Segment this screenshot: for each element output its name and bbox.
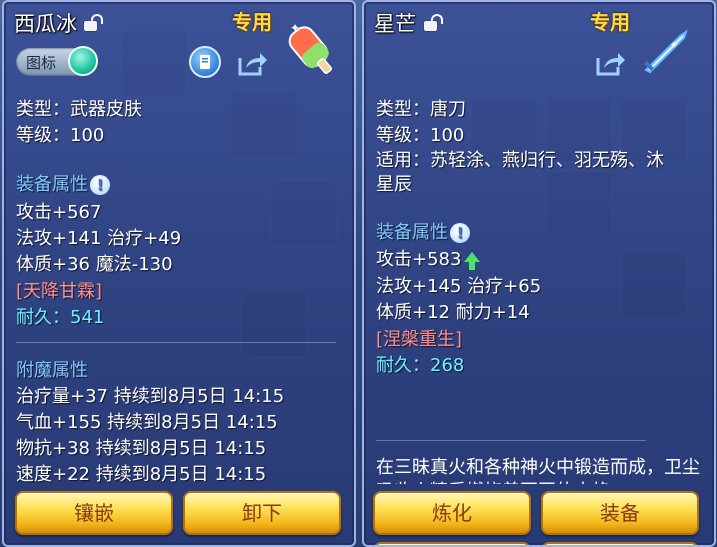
special-effect: [天降甘霖] bbox=[16, 281, 103, 302]
applicable-roles: 适用：苏轻涂、燕归行、羽无殇、沐 bbox=[376, 150, 664, 171]
special-effect: [涅槃重生] bbox=[376, 329, 463, 350]
popsicle-skin-icon: ✦ bbox=[276, 18, 346, 82]
divider bbox=[16, 342, 336, 343]
item-type: 类型：唐刀 bbox=[376, 99, 466, 120]
equip-attrs-heading: 装备属性! bbox=[16, 170, 110, 196]
durability-value: 268 bbox=[430, 355, 465, 376]
svg-text:✦: ✦ bbox=[290, 21, 300, 35]
lock-open-icon[interactable] bbox=[84, 14, 103, 31]
item-level: 等级：100 bbox=[16, 125, 105, 146]
section-label: 装备属性 bbox=[16, 174, 88, 195]
item-title: 星芒 bbox=[374, 12, 416, 36]
svg-text:✦: ✦ bbox=[670, 40, 678, 51]
attr-line: 法攻+145 治疗+65 bbox=[376, 276, 542, 297]
divider bbox=[376, 440, 646, 441]
up-arrow-icon bbox=[464, 252, 481, 270]
enchant-line: 速度+22 持续到8月5日 14:15 bbox=[16, 464, 267, 485]
share-icon[interactable] bbox=[236, 48, 268, 80]
attr-line: 攻击+583 bbox=[376, 245, 481, 271]
durability-label: 耐久： bbox=[376, 355, 430, 376]
toggle-label: 图标 bbox=[26, 54, 57, 72]
exclusive-label: 专用 bbox=[590, 10, 630, 34]
item-title: 西瓜冰 bbox=[14, 12, 77, 36]
item-tooltip-left: 西瓜冰 专用 图标 ✦ 类型：武器皮肤 等级：100 装备属性! 攻击+567 … bbox=[2, 0, 356, 547]
exclusive-label: 专用 bbox=[232, 10, 272, 34]
attr-line: 体质+12 耐力+14 bbox=[376, 302, 530, 323]
attr-line: 法攻+141 治疗+49 bbox=[16, 228, 182, 249]
durability: 耐久：541 bbox=[16, 303, 104, 329]
enchant-line: 治疗量+37 持续到8月5日 14:15 bbox=[16, 386, 285, 407]
section-label: 装备属性 bbox=[376, 222, 448, 243]
lock-open-icon[interactable] bbox=[424, 14, 443, 31]
unequip-button[interactable]: 卸下 bbox=[183, 491, 341, 535]
blade-icon: ✦ bbox=[640, 28, 692, 76]
item-level: 等级：100 bbox=[376, 125, 465, 146]
applicable-roles-cont: 星辰 bbox=[376, 174, 412, 195]
extra-button[interactable] bbox=[541, 542, 699, 545]
item-description: 在三昧真火和各种神火中锻造而成，卫尘吸收火精后燃烧着不灭的志格 bbox=[376, 457, 700, 484]
icon-toggle[interactable]: 图标 bbox=[16, 46, 98, 76]
item-type: 类型：武器皮肤 bbox=[16, 99, 142, 120]
refine-button[interactable]: 炼化 bbox=[373, 491, 531, 535]
item-tooltip-right: 星芒 专用 ✦ 类型：唐刀 等级：100 适用：苏轻涂、燕归行、羽无殇、沐 星辰… bbox=[362, 0, 716, 547]
extra-button[interactable] bbox=[373, 542, 531, 545]
durability-label: 耐久： bbox=[16, 307, 70, 328]
detail-icon[interactable] bbox=[189, 46, 221, 78]
enchant-line: 物抗+38 持续到8月5日 14:15 bbox=[16, 438, 267, 459]
enchant-line: 气血+155 持续到8月5日 14:15 bbox=[16, 412, 278, 433]
enchant-heading: 附魔属性 bbox=[16, 360, 88, 381]
durability: 耐久：268 bbox=[376, 351, 464, 377]
inlay-button[interactable]: 镶嵌 bbox=[15, 491, 173, 535]
attr-line: 体质+36 魔法-130 bbox=[16, 254, 173, 275]
durability-value: 541 bbox=[70, 307, 105, 328]
toggle-knob bbox=[68, 46, 98, 76]
info-icon[interactable]: ! bbox=[90, 175, 110, 195]
equip-button[interactable]: 装备 bbox=[541, 491, 699, 535]
equip-attrs-heading: 装备属性! bbox=[376, 218, 470, 244]
attack-value: 攻击+583 bbox=[376, 249, 462, 270]
info-icon[interactable]: ! bbox=[450, 223, 470, 243]
attr-line: 攻击+567 bbox=[16, 202, 102, 223]
share-icon[interactable] bbox=[594, 48, 626, 80]
